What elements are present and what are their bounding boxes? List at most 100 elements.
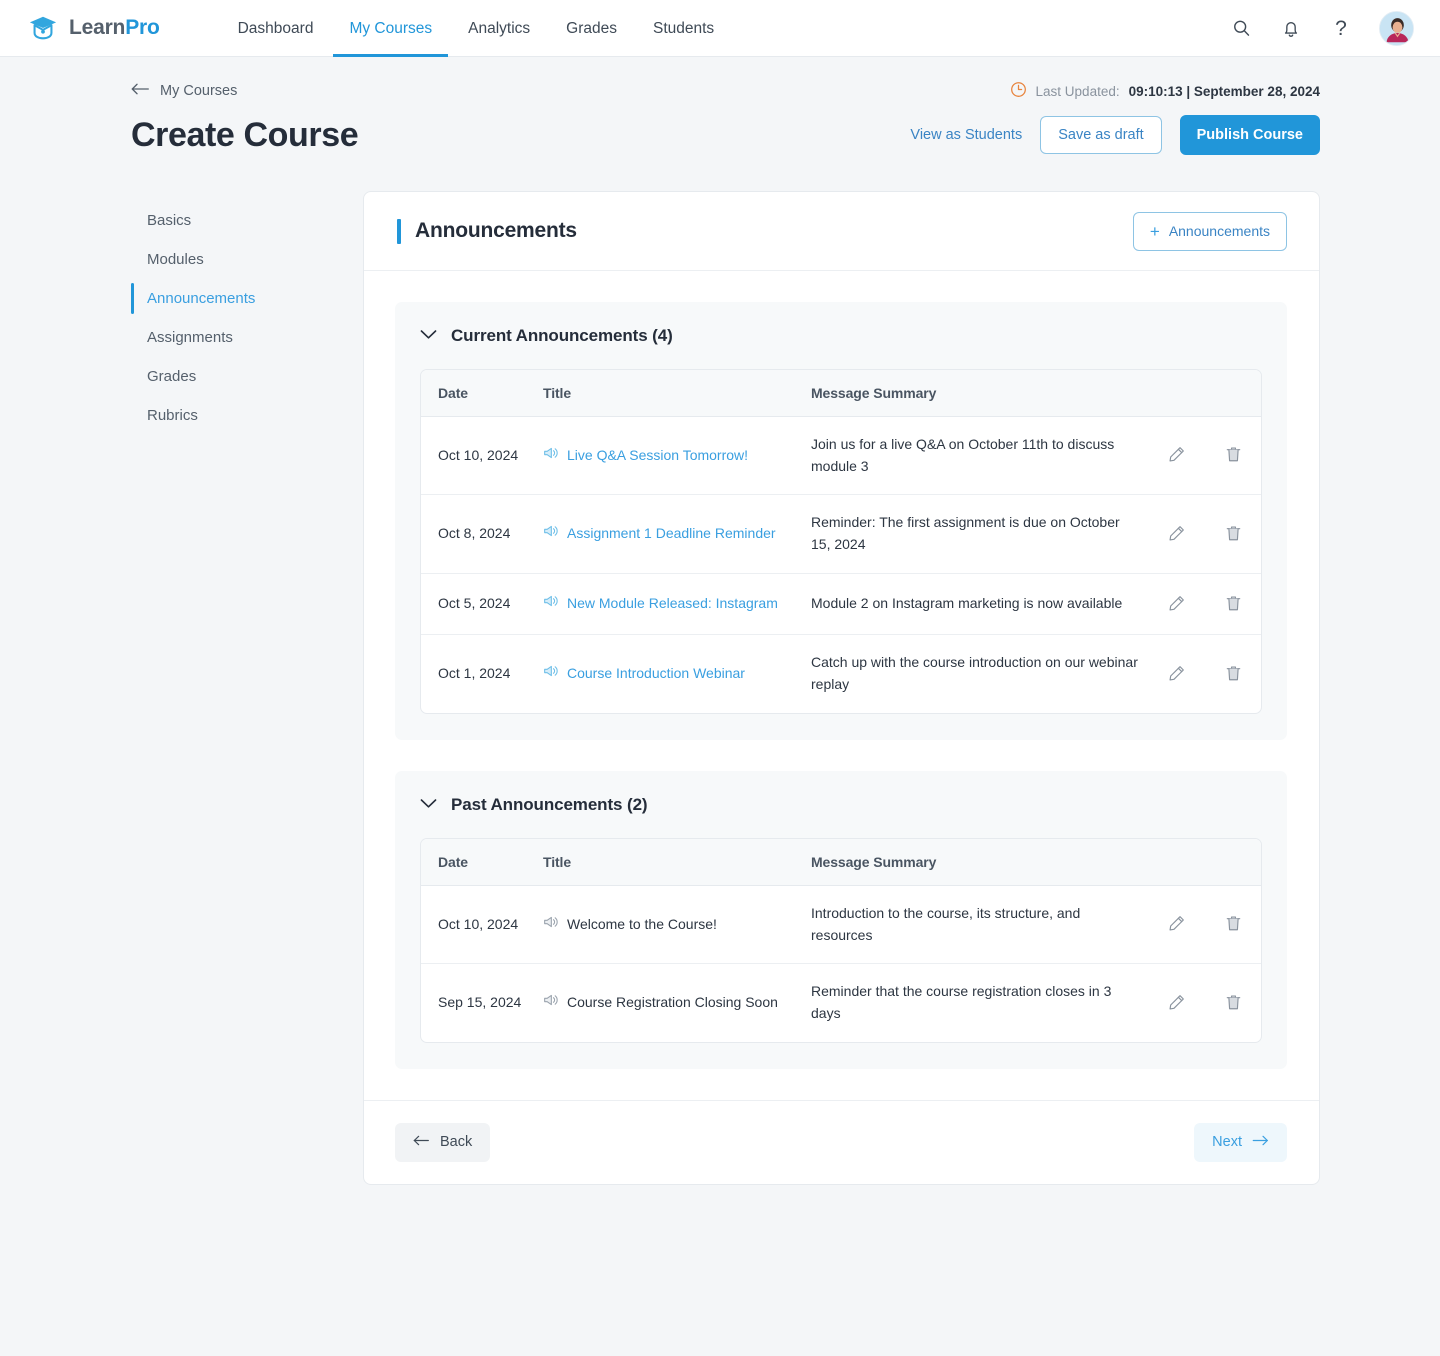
cell-title: Course Introduction Webinar (543, 635, 811, 712)
current-announcements-table: Date Title Message Summary Oct 10, 2024 (420, 369, 1262, 714)
cell-message: Introduction to the course, its structur… (811, 886, 1149, 965)
table-header-row: Date Title Message Summary (421, 838, 1261, 886)
breadcrumb-back-link[interactable]: My Courses (131, 82, 237, 100)
cell-edit (1149, 635, 1205, 712)
cell-edit (1149, 495, 1205, 574)
save-as-draft-button[interactable]: Save as draft (1040, 116, 1162, 154)
page-container: My Courses Last Updated: 09:10:13 | Sept… (0, 57, 1440, 1185)
brand-name-part1: Learn (69, 16, 126, 39)
delete-trash-icon[interactable] (1221, 661, 1245, 685)
arrow-left-icon (413, 1134, 430, 1151)
page-header-actions: View as Students Save as draft Publish C… (910, 115, 1320, 155)
table-row: Oct 5, 2024 New Module Released: Instagr… (421, 574, 1261, 636)
current-announcements-header[interactable]: Current Announcements (4) (420, 326, 1262, 346)
course-steps-sidebar: Basics Modules Announcements Assignments… (131, 191, 363, 1185)
cell-date: Sep 15, 2024 (438, 994, 522, 1011)
content-area: Basics Modules Announcements Assignments… (131, 191, 1320, 1185)
sidebar-item-rubrics[interactable]: Rubrics (131, 396, 363, 435)
card-title: Announcements (415, 219, 577, 242)
edit-pencil-icon[interactable] (1165, 911, 1189, 935)
past-announcements-header[interactable]: Past Announcements (2) (420, 795, 1262, 815)
cell-edit (1149, 886, 1205, 965)
sidebar-item-assignments[interactable]: Assignments (131, 318, 363, 357)
table-body: Oct 10, 2024 (421, 417, 1261, 713)
megaphone-icon (543, 663, 558, 685)
sidebar-item-announcements[interactable]: Announcements (131, 279, 363, 318)
next-button[interactable]: Next (1194, 1122, 1287, 1162)
cell-title: New Module Released: Instagram (543, 574, 811, 636)
past-announcements-section: Past Announcements (2) Date Title Messag… (395, 770, 1287, 1069)
page-title: Create Course (131, 115, 359, 154)
view-as-students-link[interactable]: View as Students (910, 127, 1022, 143)
delete-trash-icon[interactable] (1221, 591, 1245, 615)
graduation-cap-icon (28, 13, 58, 43)
edit-pencil-icon[interactable] (1165, 990, 1189, 1014)
delete-trash-icon[interactable] (1221, 990, 1245, 1014)
publish-course-button[interactable]: Publish Course (1179, 115, 1320, 155)
help-question-icon[interactable]: ? (1329, 16, 1353, 40)
column-header-edit-action (1149, 838, 1205, 886)
breadcrumb-label: My Courses (160, 83, 238, 99)
delete-trash-icon[interactable] (1221, 521, 1245, 545)
clock-icon (1010, 81, 1027, 101)
add-announcement-button[interactable]: + Announcements (1132, 211, 1287, 251)
cell-edit (1149, 417, 1205, 496)
edit-pencil-icon[interactable] (1165, 442, 1189, 466)
notification-bell-icon[interactable] (1279, 16, 1303, 40)
edit-pencil-icon[interactable] (1165, 521, 1189, 545)
page-title-row: Create Course View as Students Save as d… (131, 109, 1320, 161)
cell-title: Course Registration Closing Soon (543, 964, 811, 1041)
edit-pencil-icon[interactable] (1165, 591, 1189, 615)
announcement-title-link[interactable]: Live Q&A Session Tomorrow! (567, 445, 748, 467)
brand-logo-area[interactable]: LearnPro (28, 13, 160, 43)
past-announcements-table: Date Title Message Summary Oct 10, 2024 (420, 837, 1262, 1043)
nav-tab-grades[interactable]: Grades (548, 0, 635, 57)
column-header-message: Message Summary (811, 370, 1149, 417)
column-header-date: Date (421, 838, 543, 886)
sidebar-item-basics[interactable]: Basics (131, 201, 363, 240)
column-header-title: Title (543, 370, 811, 417)
cell-message: Join us for a live Q&A on October 11th t… (811, 417, 1149, 496)
chevron-down-icon[interactable] (420, 327, 437, 345)
table-head: Date Title Message Summary (421, 838, 1261, 886)
announcement-title: Welcome to the Course! (567, 915, 717, 932)
cell-message: Reminder: The first assignment is due on… (811, 495, 1149, 574)
announcement-title-link[interactable]: New Module Released: Instagram (567, 593, 778, 615)
column-header-edit-action (1149, 370, 1205, 417)
search-icon[interactable] (1229, 16, 1253, 40)
announcement-title-link[interactable]: Course Introduction Webinar (567, 663, 745, 685)
brand-name: LearnPro (69, 16, 160, 40)
cell-delete (1205, 964, 1261, 1041)
megaphone-icon (543, 523, 558, 545)
back-button-label: Back (440, 1134, 473, 1151)
announcement-title-link[interactable]: Assignment 1 Deadline Reminder (567, 523, 776, 545)
nav-tab-dashboard[interactable]: Dashboard (220, 0, 332, 57)
chevron-down-icon[interactable] (420, 796, 437, 814)
main-nav-tabs: Dashboard My Courses Analytics Grades St… (220, 0, 733, 57)
cell-message: Catch up with the course introduction on… (811, 654, 1138, 693)
cell-delete (1205, 574, 1261, 636)
top-navigation-bar: LearnPro Dashboard My Courses Analytics … (0, 0, 1440, 57)
cell-date: Oct 1, 2024 (438, 665, 511, 682)
current-announcements-heading: Current Announcements (4) (451, 326, 673, 345)
last-updated: Last Updated: 09:10:13 | September 28, 2… (1010, 81, 1320, 101)
sidebar-item-grades[interactable]: Grades (131, 357, 363, 396)
delete-trash-icon[interactable] (1221, 911, 1245, 935)
sidebar-item-modules[interactable]: Modules (131, 240, 363, 279)
user-avatar[interactable] (1379, 10, 1414, 46)
megaphone-icon (543, 992, 558, 1014)
nav-tab-students[interactable]: Students (635, 0, 732, 57)
delete-trash-icon[interactable] (1221, 442, 1245, 466)
cell-edit (1149, 574, 1205, 636)
nav-tab-analytics[interactable]: Analytics (450, 0, 548, 57)
cell-delete (1205, 495, 1261, 574)
help-question-glyph: ? (1335, 16, 1347, 40)
table-head: Date Title Message Summary (421, 370, 1261, 417)
cell-delete (1205, 635, 1261, 712)
megaphone-icon (543, 445, 558, 467)
nav-tab-my-courses[interactable]: My Courses (331, 0, 450, 57)
breadcrumb-row: My Courses Last Updated: 09:10:13 | Sept… (131, 57, 1320, 99)
edit-pencil-icon[interactable] (1165, 661, 1189, 685)
column-header-message: Message Summary (811, 838, 1149, 886)
back-button[interactable]: Back (395, 1122, 491, 1162)
